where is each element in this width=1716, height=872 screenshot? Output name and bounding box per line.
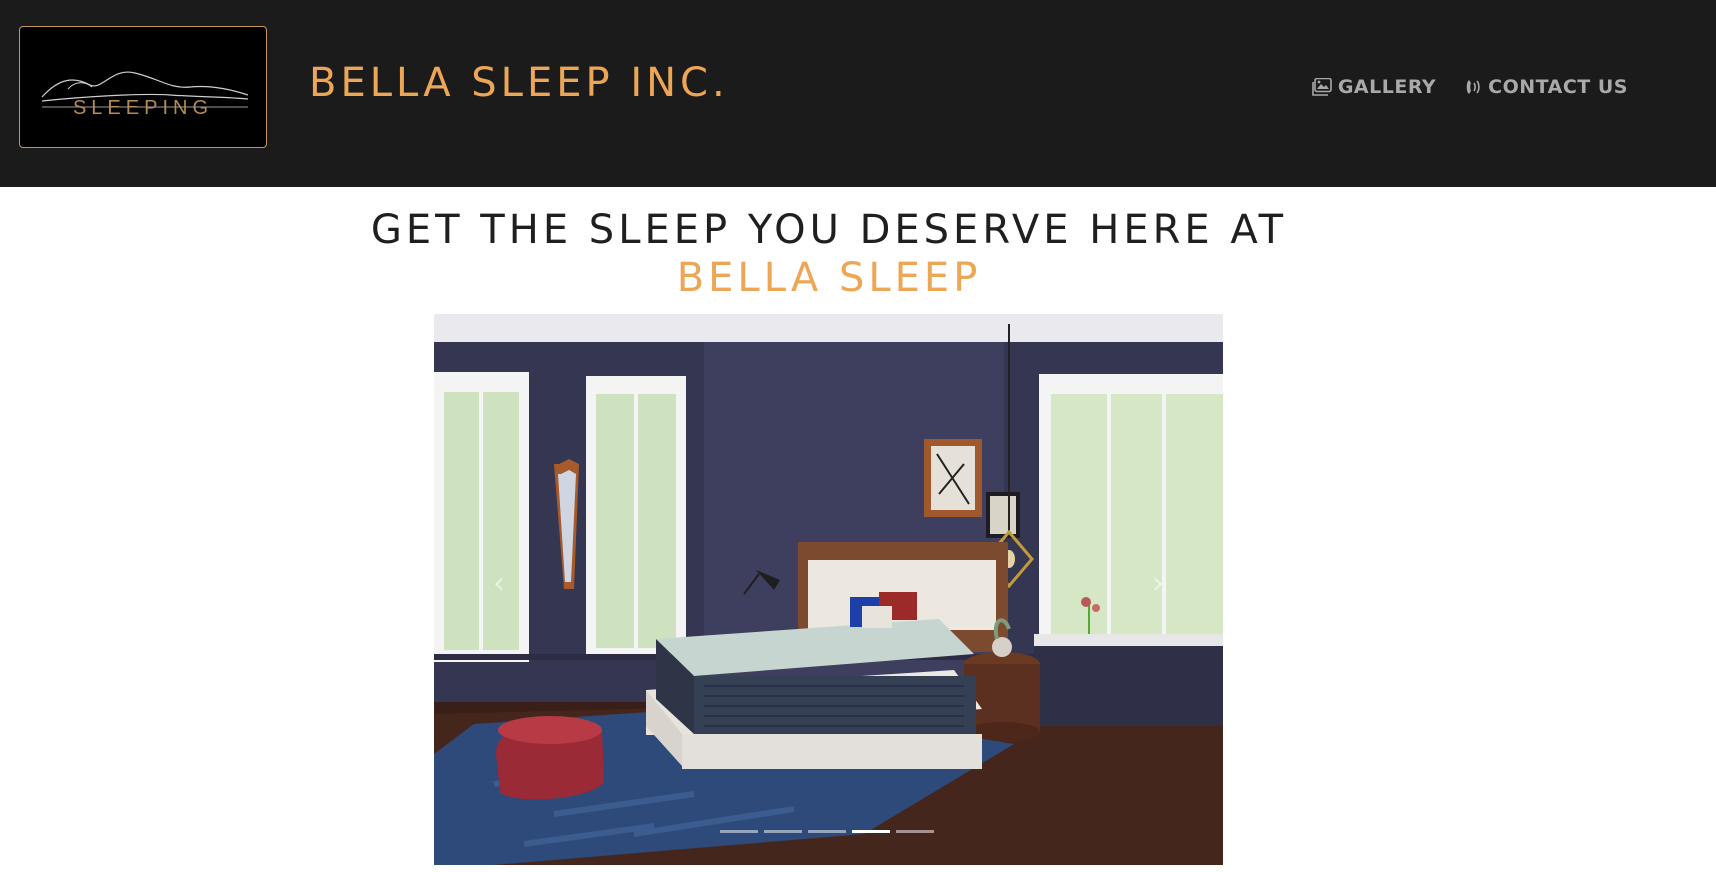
logo-text: SLEEPING xyxy=(72,97,214,119)
headline-line-1: GET THE SLEEP YOU DESERVE HERE AT xyxy=(370,207,1288,253)
image-gallery-icon xyxy=(1312,78,1332,96)
nav-contact-us[interactable]: CONTACT US xyxy=(1462,76,1628,98)
carousel-indicator-5[interactable] xyxy=(896,830,934,833)
chevron-right-icon: › xyxy=(1152,566,1164,601)
main-nav: GALLERY CONTACT US xyxy=(1312,76,1628,98)
chevron-left-icon: ‹ xyxy=(493,566,505,601)
carousel-indicator-4[interactable] xyxy=(852,830,890,833)
sleeping-figure-logo-icon xyxy=(41,71,249,108)
hero-headline: GET THE SLEEP YOU DESERVE HERE AT BELLA … xyxy=(0,206,1658,302)
carousel-indicator-1[interactable] xyxy=(720,830,758,833)
site-header: SLEEPING BELLA SLEEP INC. GALLERY CONTAC… xyxy=(0,0,1716,187)
carousel-prev-control[interactable]: ‹ xyxy=(484,564,514,604)
carousel-next-control[interactable]: › xyxy=(1143,564,1173,604)
brand-title[interactable]: BELLA SLEEP INC. xyxy=(309,60,729,106)
carousel-indicators xyxy=(720,830,934,833)
nav-gallery-label: GALLERY xyxy=(1337,76,1437,98)
bedroom-mattress-photo xyxy=(434,314,1223,865)
phone-volume-icon xyxy=(1466,80,1480,94)
image-carousel[interactable]: ‹ › xyxy=(434,314,1223,865)
carousel-indicator-2[interactable] xyxy=(764,830,802,833)
nav-gallery[interactable]: GALLERY xyxy=(1312,76,1436,98)
headline-line-2: BELLA SLEEP xyxy=(676,255,982,301)
carousel-indicator-3[interactable] xyxy=(808,830,846,833)
nav-contact-label: CONTACT US xyxy=(1488,76,1628,98)
logo[interactable]: SLEEPING xyxy=(19,26,267,148)
